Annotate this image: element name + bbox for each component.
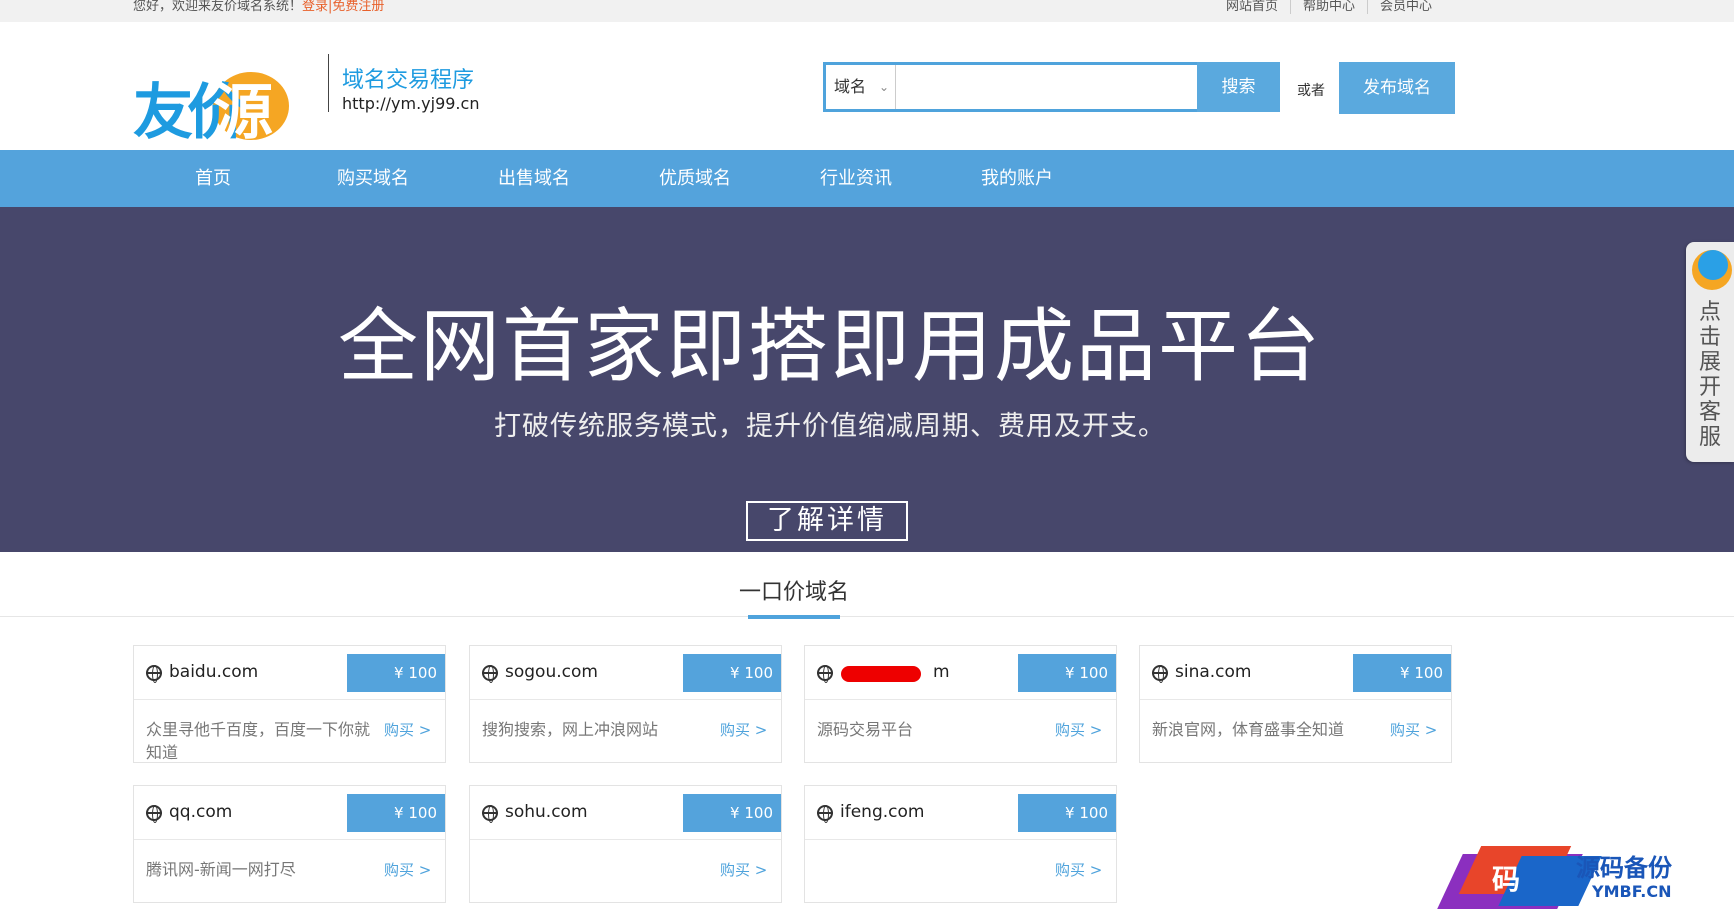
welcome-area: 您好，欢迎来友价域名系统！登录|免费注册	[133, 0, 384, 14]
domain-card: sohu.com ¥ 100 购买 >	[469, 785, 782, 903]
section-underline	[748, 615, 840, 619]
card-description: 新浪官网，体育盛事全知道	[1152, 720, 1345, 739]
redaction-mark	[841, 666, 921, 682]
globe-icon	[817, 665, 833, 683]
card-description: 众里寻他千百度，百度一下你就知道	[146, 720, 371, 762]
domain-card: qq.com ¥ 100 腾讯网-新闻一网打尽 购买 >	[133, 785, 446, 903]
globe-icon	[146, 805, 162, 823]
logo-url: http://ym.yj99.cn	[342, 94, 480, 113]
buy-link[interactable]: 购买 >	[720, 719, 767, 740]
buy-link[interactable]: 购买 >	[1055, 719, 1102, 740]
main-nav: 首页 购买域名 出售域名 优质域名 行业资讯 我的账户	[0, 150, 1734, 207]
card-domain[interactable]: m	[933, 662, 950, 682]
domain-card: sina.com ¥ 100 新浪官网，体育盛事全知道 购买 >	[1139, 645, 1452, 763]
domain-card: sogou.com ¥ 100 搜狗搜索，网上冲浪网站 购买 >	[469, 645, 782, 763]
globe-icon	[146, 665, 162, 683]
buy-link[interactable]: 购买 >	[720, 859, 767, 880]
card-header: ifeng.com ¥ 100	[805, 786, 1116, 840]
top-bar: 您好，欢迎来友价域名系统！登录|免费注册 网站首页 帮助中心 会员中心	[0, 0, 1734, 22]
topbar-links: 网站首页 帮助中心 会员中心	[1214, 0, 1444, 14]
globe-icon	[817, 805, 833, 823]
learn-more-button[interactable]: 了解详情	[746, 501, 908, 541]
logo-subtitle: 域名交易程序	[342, 68, 475, 93]
card-header: qq.com ¥ 100	[134, 786, 445, 840]
domain-card: m ¥ 100 源码交易平台 购买 >	[804, 645, 1117, 763]
search-type-label: 域名	[834, 77, 867, 96]
or-text: 或者	[1297, 83, 1325, 99]
card-domain[interactable]: qq.com	[169, 802, 232, 822]
nav-item-news[interactable]: 行业资讯	[820, 150, 892, 207]
welcome-text: 您好，欢迎来友价域名系统！	[133, 0, 303, 14]
watermark-mark: 码	[1492, 863, 1521, 896]
domain-card: baidu.com ¥ 100 众里寻他千百度，百度一下你就知道 购买 >	[133, 645, 446, 763]
topbar-link-member[interactable]: 会员中心	[1366, 0, 1444, 14]
topbar-link-home[interactable]: 网站首页	[1214, 0, 1290, 14]
card-header: sogou.com ¥ 100	[470, 646, 781, 700]
globe-icon	[482, 805, 498, 823]
login-link[interactable]: 登录	[302, 0, 328, 14]
card-description: 搜狗搜索，网上冲浪网站	[482, 720, 659, 739]
card-domain[interactable]: sogou.com	[505, 662, 598, 682]
chat-bubble-inner-icon	[1698, 250, 1728, 280]
card-price: ¥ 100	[347, 654, 445, 692]
card-price: ¥ 100	[347, 794, 445, 832]
service-tab-label: 点击展开客服	[1698, 300, 1721, 450]
card-description: 源码交易平台	[817, 720, 914, 739]
banner-subtitle: 打破传统服务模式，提升价值缩减周期、费用及开支。	[494, 411, 1166, 442]
buy-link[interactable]: 购买 >	[1390, 719, 1437, 740]
customer-service-tab[interactable]: 点击展开客服	[1686, 242, 1734, 462]
nav-item-premium[interactable]: 优质域名	[659, 150, 731, 207]
nav-item-home[interactable]: 首页	[195, 150, 231, 207]
search-type-select[interactable]: 域名 ⌄	[826, 65, 896, 109]
card-header: m ¥ 100	[805, 646, 1116, 700]
buy-link[interactable]: 购买 >	[1055, 859, 1102, 880]
nav-item-sell[interactable]: 出售域名	[498, 150, 570, 207]
globe-icon	[482, 665, 498, 683]
buy-link[interactable]: 购买 >	[384, 719, 431, 740]
logo-divider	[328, 54, 329, 112]
card-price: ¥ 100	[1018, 654, 1116, 692]
card-domain[interactable]: baidu.com	[169, 662, 258, 682]
watermark-title: 源码备份	[1576, 853, 1672, 882]
site-header: 友价 源码 域名交易程序 http://ym.yj99.cn 域名 ⌄ 搜索 或…	[0, 22, 1734, 235]
banner-title: 全网首家即搭即用成品平台	[338, 300, 1322, 393]
card-domain[interactable]: ifeng.com	[840, 802, 924, 822]
card-header: sohu.com ¥ 100	[470, 786, 781, 840]
buy-link[interactable]: 购买 >	[384, 859, 431, 880]
watermark-logo: 码 源码备份 YMBF.CN	[1437, 842, 1720, 914]
nav-item-buy[interactable]: 购买域名	[337, 150, 409, 207]
chevron-down-icon: ⌄	[878, 80, 889, 94]
card-price: ¥ 100	[683, 654, 781, 692]
card-price: ¥ 100	[1353, 654, 1451, 692]
card-domain[interactable]: sohu.com	[505, 802, 588, 822]
card-price: ¥ 100	[1018, 794, 1116, 832]
search-button[interactable]: 搜索	[1197, 62, 1280, 112]
card-domain[interactable]: sina.com	[1175, 662, 1251, 682]
domain-card: ifeng.com ¥ 100 购买 >	[804, 785, 1117, 903]
site-logo[interactable]: 友价 源码	[133, 50, 318, 235]
watermark-url: YMBF.CN	[1592, 882, 1672, 901]
register-link[interactable]: 免费注册	[332, 0, 384, 14]
card-description: 腾讯网-新闻一网打尽	[146, 860, 296, 879]
hero-banner: 全网首家即搭即用成品平台 打破传统服务模式，提升价值缩减周期、费用及开支。 了解…	[0, 207, 1734, 552]
publish-domain-button[interactable]: 发布域名	[1339, 62, 1455, 114]
section-divider	[0, 616, 1734, 617]
topbar-link-help[interactable]: 帮助中心	[1289, 0, 1367, 14]
card-price: ¥ 100	[683, 794, 781, 832]
card-header: sina.com ¥ 100	[1140, 646, 1451, 700]
nav-item-account[interactable]: 我的账户	[981, 150, 1053, 207]
card-header: baidu.com ¥ 100	[134, 646, 445, 700]
globe-icon	[1152, 665, 1168, 683]
section-title: 一口价域名	[738, 580, 849, 605]
